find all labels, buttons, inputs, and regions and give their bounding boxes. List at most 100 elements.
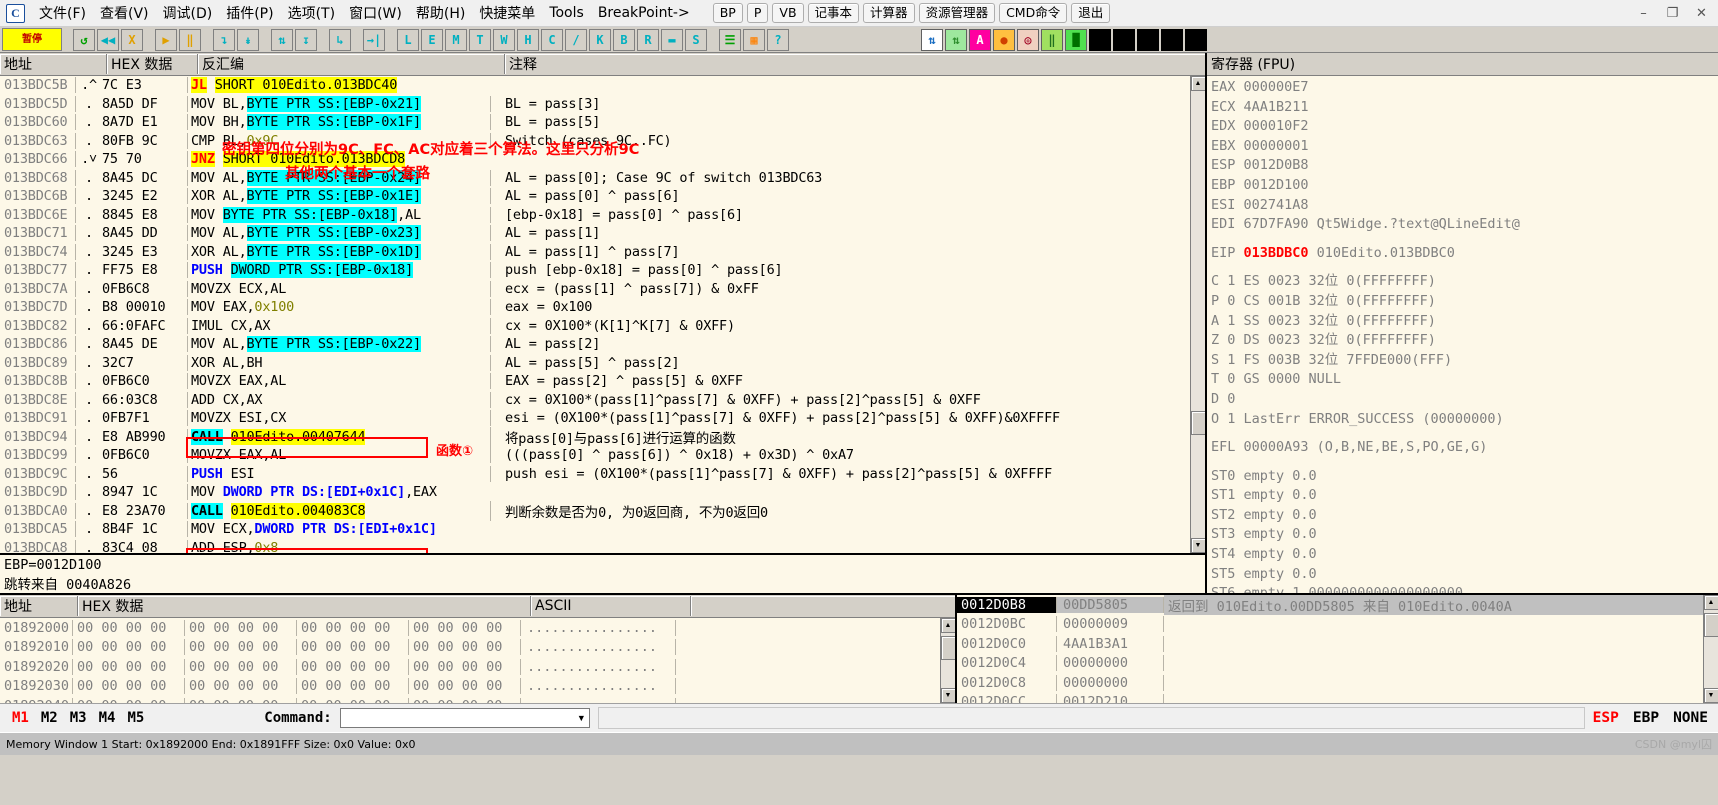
plugin-empty-slot-5[interactable] xyxy=(1185,28,1207,51)
dump-column-header-address[interactable]: 地址 xyxy=(0,596,78,616)
executable-modules-button[interactable]: E xyxy=(421,28,443,51)
flag-t[interactable]: T 0 GS 0000 NULL xyxy=(1211,370,1718,390)
memory-button-m1[interactable]: M1 xyxy=(12,710,29,726)
memory-button-m4[interactable]: M4 xyxy=(99,710,116,726)
disassembly-row[interactable]: 013BDC74. 3245 E3 XOR AL,BYTE PTR SS:[EBP-… xyxy=(0,243,1191,262)
quick-button-bp[interactable]: BP xyxy=(712,3,743,23)
stack-row[interactable]: 0012D0B8 00DD5805 返回到 010Edito.00DD5805 来自… xyxy=(957,595,1704,615)
register-ecx[interactable]: ECX 4AA1B211 xyxy=(1211,98,1718,118)
handles-button[interactable]: H xyxy=(517,28,539,51)
disassembly-row[interactable]: 013BDC89. 32C7 XOR AL,BH AL = pass[5] ^ pas… xyxy=(0,354,1191,373)
register-ebp[interactable]: EBP 0012D100 xyxy=(1211,176,1718,196)
fpu-register-st2[interactable]: ST2 empty 0.0 xyxy=(1211,506,1718,526)
esp-button[interactable]: ESP xyxy=(1593,710,1619,726)
disassembly-row[interactable]: 013BDC68. 8A45 DC MOV AL,BYTE PTR SS:[EBP-… xyxy=(0,169,1191,188)
register-esi[interactable]: ESI 002741A8 xyxy=(1211,196,1718,216)
chevron-down-icon[interactable]: ▼ xyxy=(577,713,586,723)
plugin-empty-slot-3[interactable] xyxy=(1137,28,1159,51)
menu-view[interactable]: 查看(V) xyxy=(93,0,156,26)
step-over-button[interactable]: ↡ xyxy=(237,28,259,51)
quick-button-p[interactable]: P xyxy=(746,3,769,23)
registers-list[interactable]: EAX 000000E7 ECX 4AA1B211 EDX 000010F2 EBX … xyxy=(1207,76,1718,593)
quick-button-notepad[interactable]: 记事本 xyxy=(807,3,860,23)
menu-window[interactable]: 窗口(W) xyxy=(342,0,409,26)
disassembly-scrollbar[interactable]: ▲ ▼ xyxy=(1190,76,1205,553)
quick-button-calculator[interactable]: 计算器 xyxy=(863,3,915,23)
disassembly-row[interactable]: 013BDC86. 8A45 DE MOV AL,BYTE PTR SS:[EBP-… xyxy=(0,335,1191,354)
menu-help[interactable]: 帮助(H) xyxy=(409,0,472,26)
execute-till-cursor-button[interactable]: →| xyxy=(363,28,385,51)
run-trace-button[interactable]: ▬ xyxy=(661,28,683,51)
menu-quick[interactable]: 快捷菜单 xyxy=(472,0,542,26)
register-edi[interactable]: EDI 67D7FA90 Qt5Widge.?text@QLineEdit@ xyxy=(1211,215,1718,235)
dump-row[interactable]: 01892030 00 00 00 00 00 00 00 00 00 00 00 0… xyxy=(0,677,955,697)
plugin-target-icon[interactable]: ◎ xyxy=(1017,28,1039,51)
plugin-sync-icon[interactable]: ⇅ xyxy=(921,28,943,51)
stack-row[interactable]: 0012D0C0 4AA1B3A1 xyxy=(957,634,1704,654)
dump-row[interactable]: 01892000 00 00 00 00 00 00 00 00 00 00 00 0… xyxy=(0,618,955,638)
disassembly-row[interactable]: 013BDC99. 0FB6C0 MOVZX EAX,AL (((pass[0] ^ … xyxy=(0,446,1191,465)
menu-options[interactable]: 选项(T) xyxy=(281,0,342,26)
command-output-field[interactable] xyxy=(597,707,1585,729)
log-window-button[interactable]: L xyxy=(397,28,419,51)
call-stack-button[interactable]: K xyxy=(589,28,611,51)
plugin-screen-icon[interactable]: █ xyxy=(1065,28,1087,51)
dump-row[interactable]: 01892010 00 00 00 00 00 00 00 00 00 00 00 0… xyxy=(0,638,955,658)
stack-row[interactable]: 0012D0BC 00000009 xyxy=(957,615,1704,635)
stack-scroll-thumb[interactable] xyxy=(1703,613,1718,637)
disassembly-row[interactable]: 013BDC5B .^ 7C E3 JL SHORT 010Edito.013BDC4… xyxy=(0,76,1191,95)
stack-row[interactable]: 0012D0C8 00000000 xyxy=(957,673,1704,693)
patches-button[interactable]: / xyxy=(565,28,587,51)
trace-into-button[interactable]: ⇅ xyxy=(271,28,293,51)
help-button[interactable]: ? xyxy=(767,28,789,51)
disassembly-view[interactable]: 013BDC5B .^ 7C E3 JL SHORT 010Edito.013BDC4… xyxy=(0,76,1205,553)
fpu-register-st3[interactable]: ST3 empty 0.0 xyxy=(1211,525,1718,545)
stack-scroll-up-icon[interactable]: ▲ xyxy=(1703,595,1718,610)
plugin-record-icon[interactable]: ● xyxy=(993,28,1015,51)
disassembly-row[interactable]: 013BDC6E. 8845 E8 MOV BYTE PTR SS:[EBP-0x1… xyxy=(0,206,1191,225)
quick-button-explorer[interactable]: 资源管理器 xyxy=(918,3,996,23)
menu-breakpoint[interactable]: BreakPoint-> xyxy=(591,2,697,24)
flag-z[interactable]: Z 0 DS 0023 32位 0(FFFFFFFF) xyxy=(1211,331,1718,351)
column-header-disassembly[interactable]: 反汇编 xyxy=(198,54,505,74)
register-eax[interactable]: EAX 000000E7 xyxy=(1211,78,1718,98)
quick-button-vb[interactable]: VB xyxy=(772,3,804,23)
memory-map-button[interactable]: M xyxy=(445,28,467,51)
disassembly-row[interactable]: 013BDC77. FF75 E8 PUSH DWORD PTR SS:[EBP-0… xyxy=(0,261,1191,280)
scroll-down-icon[interactable]: ▼ xyxy=(1190,538,1205,553)
plugin-updown-icon[interactable]: ⇅ xyxy=(945,28,967,51)
disassembly-row[interactable]: 013BDC6B. 3245 E2 XOR AL,BYTE PTR SS:[EBP-… xyxy=(0,187,1191,206)
dump-column-header-hex[interactable]: HEX 数据 xyxy=(78,596,531,616)
menu-debug[interactable]: 调试(D) xyxy=(156,0,220,26)
disassembly-row[interactable]: 013BDC7D. B8 00010 MOV EAX,0x100 eax = 0x10… xyxy=(0,298,1191,317)
disassembly-row[interactable]: 013BDC82. 66:0FAFC IMUL CX,AX cx = 0X100*(K… xyxy=(0,317,1191,336)
dump-scroll-thumb[interactable] xyxy=(940,636,955,660)
disassembly-row[interactable]: 013BDC7A. 0FB6C8 MOVZX ECX,AL ecx = (pass[1… xyxy=(0,280,1191,299)
pause-button[interactable]: ‖ xyxy=(179,28,201,51)
disassembly-row[interactable]: 013BDC9C. 56 PUSH ESI push esi = (0X100*(pa… xyxy=(0,465,1191,484)
column-header-hex[interactable]: HEX 数据 xyxy=(107,54,198,74)
cpu-window-button[interactable]: C xyxy=(541,28,563,51)
disassembly-row[interactable]: 013BDC91. 0FB7F1 MOVZX ESI,CX esi = (0X100*… xyxy=(0,409,1191,428)
dump-column-header-extra[interactable] xyxy=(691,596,955,616)
column-header-comment[interactable]: 注释 xyxy=(505,54,1205,74)
none-button[interactable]: NONE xyxy=(1673,710,1708,726)
menu-plugins[interactable]: 插件(P) xyxy=(219,0,280,26)
run-button[interactable]: ▶ xyxy=(155,28,177,51)
breakpoints-button[interactable]: B xyxy=(613,28,635,51)
flag-a[interactable]: A 1 SS 0023 32位 0(FFFFFFFF) xyxy=(1211,312,1718,332)
plugin-empty-slot-2[interactable] xyxy=(1113,28,1135,51)
close-program-button[interactable]: X xyxy=(121,28,143,51)
disassembly-row[interactable]: 013BDCA0. E8 23A70 CALL 010Edito.004083C8 判… xyxy=(0,500,1191,521)
quick-button-cmd[interactable]: CMD命令 xyxy=(999,3,1068,23)
disassembly-row[interactable]: 013BDCA5. 8B4F 1C MOV ECX,DWORD PTR DS:[ED… xyxy=(0,520,1191,539)
flag-p[interactable]: P 0 CS 001B 32位 0(FFFFFFFF) xyxy=(1211,292,1718,312)
fpu-register-st5[interactable]: ST5 empty 0.0 xyxy=(1211,565,1718,585)
plugin-a-icon[interactable]: A xyxy=(969,28,991,51)
disassembly-row[interactable]: 013BDC94. E8 AB990 CALL 010Edito.00407644 将… xyxy=(0,426,1191,447)
close-icon[interactable]: ✕ xyxy=(1687,2,1716,24)
disassembly-row[interactable]: 013BDCA8. 83C4 08 ADD ESP,0x8 xyxy=(0,539,1191,553)
windows-button[interactable]: W xyxy=(493,28,515,51)
register-eip[interactable]: EIP 013BDBC0 010Edito.013BDBC0 xyxy=(1211,244,1718,264)
flag-c[interactable]: C 1 ES 0023 32位 0(FFFFFFFF) xyxy=(1211,272,1718,292)
